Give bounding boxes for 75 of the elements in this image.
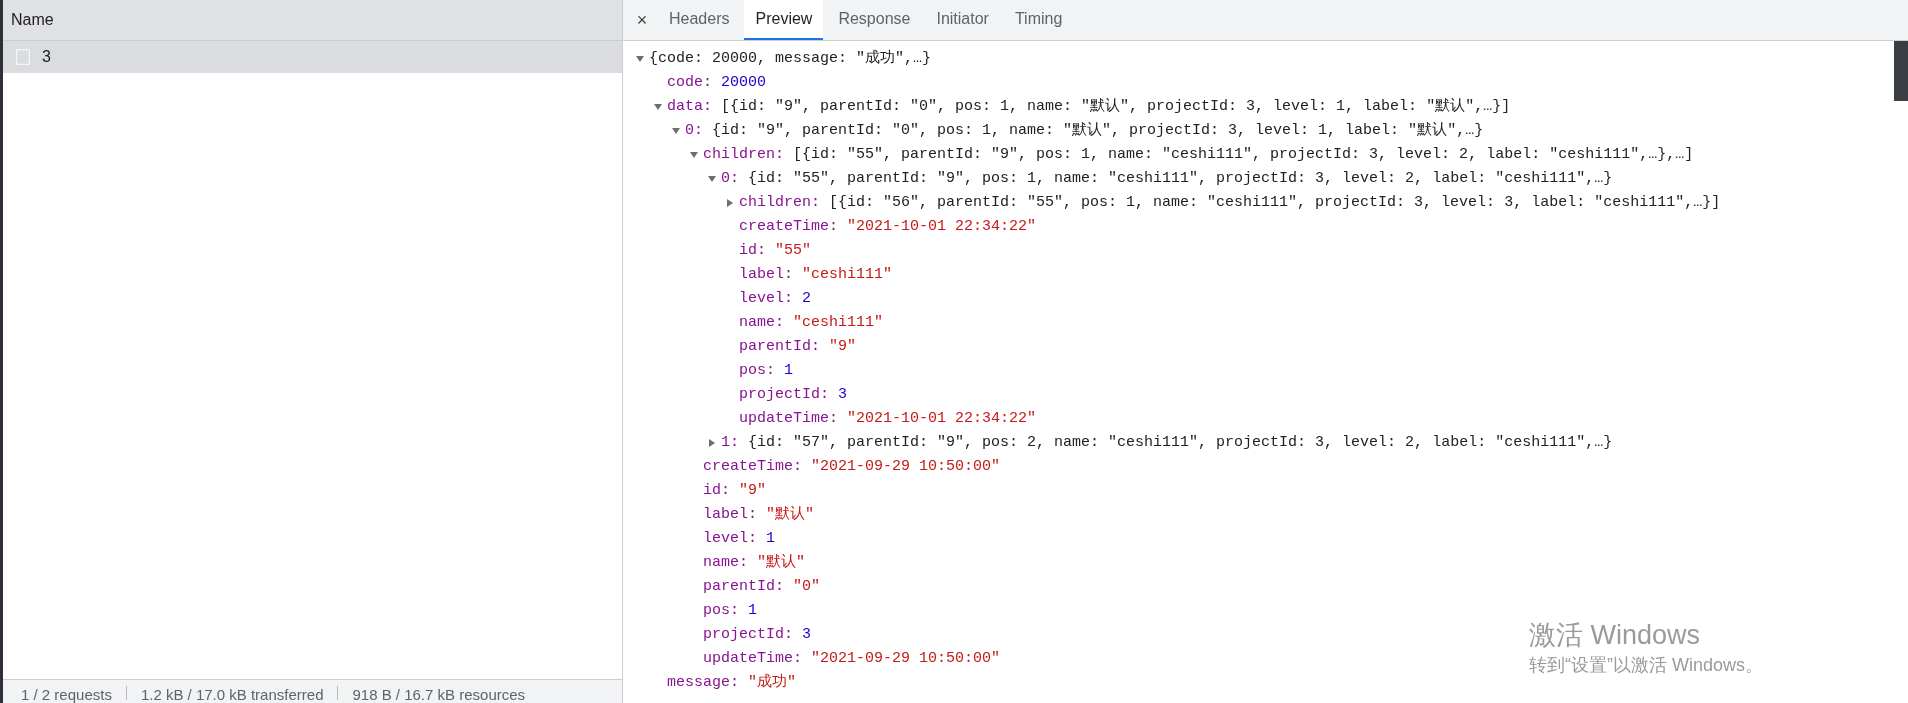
tab[interactable]: Preview <box>744 0 824 40</box>
close-button[interactable]: × <box>628 0 656 40</box>
request-row[interactable]: 3 <box>3 41 622 73</box>
property-value: "2021-09-29 10:50:00" <box>811 456 1001 477</box>
property-key: createTime: <box>739 215 839 239</box>
collapse-triangle-icon[interactable] <box>671 126 681 136</box>
property-key: updateTime: <box>703 647 803 671</box>
property-key: id: <box>739 239 766 263</box>
property-value: "成功" <box>748 672 797 693</box>
property-key: parentId: <box>703 575 784 599</box>
property-value: "ceshi111" <box>793 312 884 333</box>
document-icon <box>16 49 30 65</box>
property-key: name: <box>703 551 748 575</box>
property-value: "9" <box>739 480 767 501</box>
tab[interactable]: Headers <box>658 0 741 40</box>
property-value: "默认" <box>766 504 815 525</box>
object-summary: [{id: "56", parentId: "55", pos: 1, name: "ceshi111", projectId: 3, level: 3, label: "ceshi111",…}] <box>829 192 1721 213</box>
collapse-triangle-icon[interactable] <box>653 102 663 112</box>
property-value: "2021-10-01 22:34:22" <box>847 216 1037 237</box>
property-key: parentId: <box>739 335 820 359</box>
property-key: projectId: <box>703 623 793 647</box>
status-text: 1 / 2 requests <box>21 686 112 703</box>
property-key: pos: <box>703 599 739 623</box>
collapse-triangle-icon[interactable] <box>635 54 645 64</box>
property-key: 0: <box>721 167 739 191</box>
property-key: data: <box>667 95 712 119</box>
collapse-triangle-icon[interactable] <box>707 174 717 184</box>
status-text: 918 B / 16.7 kB resources <box>352 686 526 703</box>
property-key: 0: <box>685 119 703 143</box>
property-value: 2 <box>802 288 812 309</box>
tab[interactable]: Timing <box>1003 0 1074 40</box>
property-key: children: <box>739 191 820 215</box>
object-summary: {id: "55", parentId: "9", pos: 1, name: "ceshi111", projectId: 3, level: 2, label: "ceshi111",…} <box>748 168 1613 189</box>
status-text: 1.2 kB / 17.0 kB transferred <box>140 686 324 703</box>
property-key: code: <box>667 71 712 95</box>
expand-triangle-icon[interactable] <box>725 198 735 208</box>
scrollbar-thumb[interactable] <box>1894 41 1908 101</box>
property-key: label: <box>703 503 757 527</box>
property-key: name: <box>739 311 784 335</box>
tab[interactable]: Response <box>827 0 922 40</box>
property-value: "0" <box>793 576 821 597</box>
property-key: updateTime: <box>739 407 839 431</box>
property-key: projectId: <box>739 383 829 407</box>
property-key: children: <box>703 143 784 167</box>
object-summary: {id: "57", parentId: "9", pos: 2, name: "ceshi111", projectId: 3, level: 2, label: "ceshi111",…} <box>748 432 1613 453</box>
property-key: pos: <box>739 359 775 383</box>
property-key: level: <box>703 527 757 551</box>
object-summary: {code: 20000, message: "成功",…} <box>649 48 932 69</box>
tab[interactable]: Initiator <box>925 0 1000 40</box>
property-value: 3 <box>838 384 848 405</box>
property-key: label: <box>739 263 793 287</box>
property-value: "默认" <box>757 552 806 573</box>
object-summary: {id: "9", parentId: "0", pos: 1, name: "默认", projectId: 3, level: 1, label: "默认",…} <box>712 120 1484 141</box>
property-value: "2021-09-29 10:50:00" <box>811 648 1001 669</box>
expand-triangle-icon[interactable] <box>707 438 717 448</box>
object-summary: [{id: "9", parentId: "0", pos: 1, name: "默认", projectId: 3, level: 1, label: "默认",…}] <box>721 96 1511 117</box>
object-summary: [{id: "55", parentId: "9", pos: 1, name: "ceshi111", projectId: 3, level: 2, label: "ceshi111",…},…] <box>793 144 1694 165</box>
column-header[interactable]: Name <box>3 0 622 41</box>
property-key: message: <box>667 671 739 695</box>
property-value: 3 <box>802 624 812 645</box>
collapse-triangle-icon[interactable] <box>689 150 699 160</box>
property-key: 1: <box>721 431 739 455</box>
property-key: createTime: <box>703 455 803 479</box>
property-value: "2021-10-01 22:34:22" <box>847 408 1037 429</box>
activation-hint: 转到“设置”以激活 Windows。 <box>1529 654 1763 677</box>
property-value: "9" <box>829 336 857 357</box>
property-key: id: <box>703 479 730 503</box>
property-value: 1 <box>766 528 776 549</box>
property-value: 1 <box>784 360 794 381</box>
property-value: "55" <box>775 240 812 261</box>
property-value: 1 <box>748 600 758 621</box>
property-value: "ceshi111" <box>802 264 893 285</box>
property-value: 20000 <box>721 72 767 93</box>
activation-title: 激活 Windows <box>1529 619 1702 652</box>
property-key: level: <box>739 287 793 311</box>
